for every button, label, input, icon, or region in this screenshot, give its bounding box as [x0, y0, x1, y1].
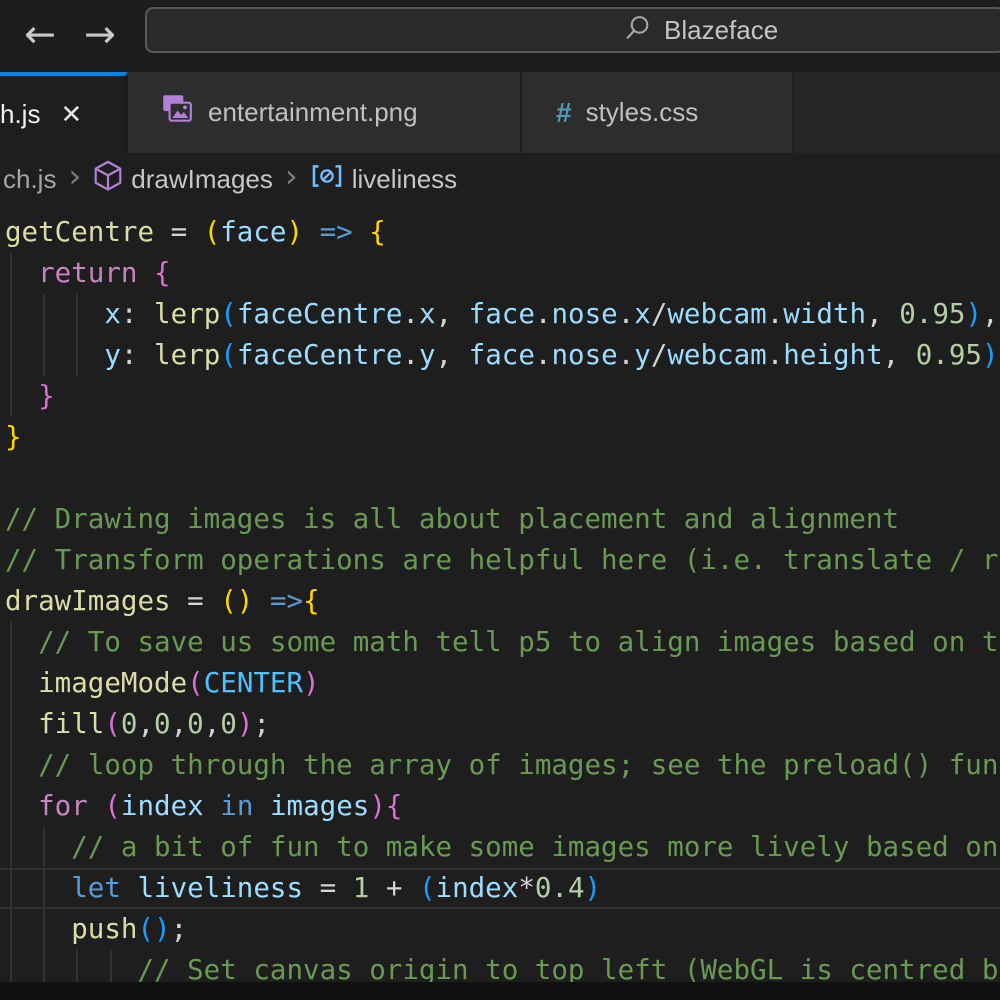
chevron-right-icon: › [284, 161, 299, 197]
tab-bar: ch.js ✕ entertainment.png # styles.css [0, 72, 1000, 153]
breadcrumb-file[interactable]: ch.js [3, 164, 56, 195]
tab-label: ch.js [0, 99, 40, 130]
css-hash-icon: # [556, 97, 572, 129]
code-line[interactable]: drawImages = () =>{ [0, 581, 1000, 622]
code-line[interactable] [0, 458, 1000, 499]
indent-guide [43, 294, 45, 376]
code-line[interactable]: getCentre = (face) => { [0, 212, 1000, 253]
tab-label: styles.css [586, 97, 699, 128]
code-editor[interactable]: faceCentre = (0.5)getCentre = (face) => … [0, 171, 1000, 991]
code-line[interactable]: push(); [0, 909, 1000, 950]
code-line[interactable]: // Transform operations are helpful here… [0, 540, 1000, 581]
image-file-icon [160, 93, 194, 132]
symbol-variable-icon [310, 162, 344, 197]
code-line[interactable]: imageMode(CENTER) [0, 663, 1000, 704]
indent-guide [76, 950, 78, 982]
breadcrumb: ch.js › drawImages › liveliness [0, 153, 1000, 205]
command-center-text: Blazeface [664, 15, 778, 46]
code-line[interactable]: for (index in images){ [0, 786, 1000, 827]
code-line[interactable]: x: lerp(faceCentre.x, face.nose.x/webcam… [0, 294, 1000, 335]
tab-sketch-js[interactable]: ch.js ✕ [0, 72, 128, 153]
code-line[interactable]: } [0, 376, 1000, 417]
symbol-function-cube-icon [93, 160, 123, 199]
chevron-right-icon: › [67, 161, 82, 197]
indent-guide [43, 827, 45, 982]
indent-guide [10, 253, 12, 417]
code-line[interactable]: // loop through the array of images; see… [0, 745, 1000, 786]
code-line[interactable]: fill(0,0,0,0); [0, 704, 1000, 745]
code-line[interactable]: // Drawing images is all about placement… [0, 499, 1000, 540]
code-line[interactable]: return { [0, 253, 1000, 294]
indent-guide [110, 950, 112, 982]
code-line[interactable]: // a bit of fun to make some images more… [0, 827, 1000, 868]
editor-bottom-edge [0, 982, 1000, 1000]
tab-entertainment-png[interactable]: entertainment.png [128, 72, 522, 153]
code-line[interactable]: } [0, 417, 1000, 458]
breadcrumb-member-label: liveliness [352, 164, 458, 195]
forward-arrow-icon[interactable]: → [84, 12, 116, 56]
tab-styles-css[interactable]: # styles.css [522, 72, 794, 153]
breadcrumb-symbol-drawimages[interactable]: drawImages [93, 160, 273, 199]
tab-label: entertainment.png [208, 97, 418, 128]
code-line[interactable]: // To save us some math tell p5 to align… [0, 622, 1000, 663]
indent-guide [10, 622, 12, 982]
back-arrow-icon[interactable]: ← [24, 12, 56, 56]
code-line[interactable]: y: lerp(faceCentre.y, face.nose.y/webcam… [0, 335, 1000, 376]
close-icon[interactable]: ✕ [60, 100, 82, 130]
command-center-search[interactable]: Blazeface [145, 7, 1000, 53]
title-bar: ← → Blazeface [0, 0, 1000, 72]
code-line[interactable]: let liveliness = 1 + (index*0.4) [0, 868, 1000, 909]
breadcrumb-symbol-liveliness[interactable]: liveliness [310, 162, 458, 197]
breadcrumb-symbol-label: drawImages [131, 164, 273, 195]
indent-guide [76, 294, 78, 376]
search-icon [625, 14, 652, 46]
